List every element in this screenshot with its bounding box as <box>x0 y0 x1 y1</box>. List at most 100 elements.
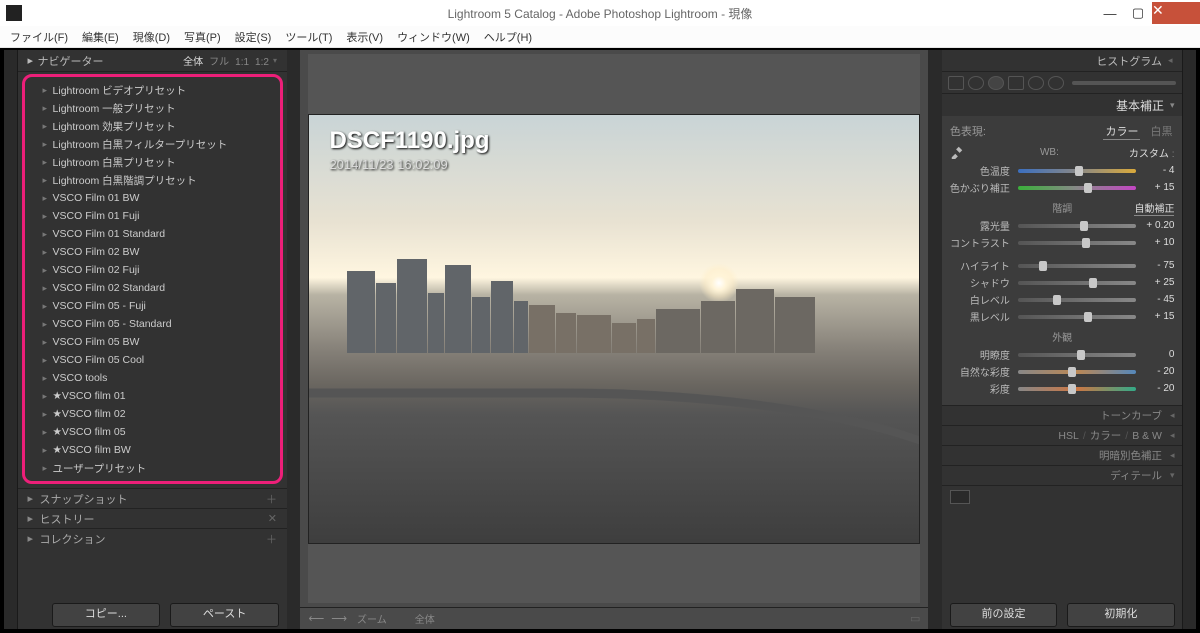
preset-item[interactable]: ▸VSCO Film 02 Fuji <box>27 261 278 279</box>
menu-ウィンドウ(W)[interactable]: ウィンドウ(W) <box>391 27 476 47</box>
photo-preview[interactable]: DSCF1190.jpg 2014/11/23 16:02:09 <box>308 114 920 544</box>
menu-ヘルプ(H)[interactable]: ヘルプ(H) <box>478 27 538 47</box>
nav-mode-1:2[interactable]: 1:2 <box>255 57 269 68</box>
eyedropper-icon[interactable] <box>950 145 964 159</box>
history-panel[interactable]: ▸ヒストリー✕ <box>18 508 287 528</box>
clarity-label: 明瞭度 <box>950 347 1014 362</box>
preset-item[interactable]: ▸Lightroom 白黒フィルタープリセット <box>27 135 278 153</box>
preset-item[interactable]: ▸VSCO Film 01 BW <box>27 189 278 207</box>
right-splitter[interactable] <box>928 50 941 629</box>
exposure-slider[interactable] <box>1018 224 1137 228</box>
tint-value[interactable]: + 15 <box>1140 182 1174 193</box>
nav-mode-フル[interactable]: フル <box>209 57 229 68</box>
temp-value[interactable]: - 4 <box>1140 165 1174 176</box>
preset-item[interactable]: ▸★VSCO film 02 <box>27 405 278 423</box>
previous-settings-button[interactable]: 前の設定 <box>950 603 1057 627</box>
left-splitter[interactable] <box>287 50 300 629</box>
navigator-header[interactable]: ▸ ナビゲーター 全体フル1:11:2 ▾ <box>18 50 287 72</box>
preset-item[interactable]: ▸★VSCO film 01 <box>27 387 278 405</box>
vibrance-value[interactable]: - 20 <box>1140 366 1174 377</box>
highlights-slider[interactable] <box>1018 264 1137 268</box>
basic-panel-header[interactable]: 基本補正▾ <box>942 94 1183 116</box>
temp-slider[interactable] <box>1018 169 1137 173</box>
preset-item[interactable]: ▸VSCO Film 01 Standard <box>27 225 278 243</box>
shadows-slider[interactable] <box>1018 281 1137 285</box>
treatment-color[interactable]: カラー <box>1103 123 1140 140</box>
radial-tool-icon[interactable] <box>1028 76 1044 90</box>
saturation-slider[interactable] <box>1018 387 1137 391</box>
preset-item[interactable]: ▸VSCO Film 05 BW <box>27 333 278 351</box>
auto-tone-button[interactable]: 自動補正 <box>1134 200 1174 216</box>
redeye-tool-icon[interactable] <box>988 76 1004 90</box>
preset-item[interactable]: ▸★VSCO film 05 <box>27 423 278 441</box>
grad-tool-icon[interactable] <box>1008 76 1024 90</box>
spot-tool-icon[interactable] <box>968 76 984 90</box>
menu-現像(D)[interactable]: 現像(D) <box>127 27 176 47</box>
menu-写真(P)[interactable]: 写真(P) <box>178 27 227 47</box>
collection-panel[interactable]: ▸コレクション＋ <box>18 528 287 548</box>
crop-tool-icon[interactable] <box>948 76 964 90</box>
wb-label: WB: <box>970 147 1129 158</box>
preset-item[interactable]: ▸Lightroom ビデオプリセット <box>27 81 278 99</box>
preset-item[interactable]: ▸Lightroom 白黒プリセット <box>27 153 278 171</box>
left-panel-rail[interactable] <box>4 50 18 629</box>
whites-slider[interactable] <box>1018 298 1137 302</box>
blacks-value[interactable]: + 15 <box>1140 311 1174 322</box>
blacks-slider[interactable] <box>1018 315 1137 319</box>
menu-ツール(T)[interactable]: ツール(T) <box>279 27 338 47</box>
preset-item[interactable]: ▸VSCO Film 01 Fuji <box>27 207 278 225</box>
clarity-slider[interactable] <box>1018 353 1137 357</box>
preset-item[interactable]: ▸VSCO tools <box>27 369 278 387</box>
maximize-button[interactable]: ▢ <box>1124 2 1152 24</box>
right-panel-rail[interactable] <box>1182 50 1196 629</box>
contrast-value[interactable]: + 10 <box>1140 237 1174 248</box>
highlights-label: ハイライト <box>950 258 1014 273</box>
menu-表示(V)[interactable]: 表示(V) <box>340 27 389 47</box>
menu-設定(S)[interactable]: 設定(S) <box>229 27 278 47</box>
vibrance-slider[interactable] <box>1018 370 1137 374</box>
hsl-panel[interactable]: HSL/カラー/B & W◂ <box>942 425 1183 445</box>
menu-編集(E)[interactable]: 編集(E) <box>76 27 125 47</box>
menu-ファイル(F)[interactable]: ファイル(F) <box>4 27 74 47</box>
preset-item[interactable]: ▸VSCO Film 05 - Fuji <box>27 297 278 315</box>
copy-button[interactable]: コピー... <box>52 603 161 627</box>
clarity-value[interactable]: 0 <box>1140 349 1174 360</box>
preset-item[interactable]: ▸VSCO Film 02 Standard <box>27 279 278 297</box>
presets-list: ▸Lightroom ビデオプリセット▸Lightroom 一般プリセット▸Li… <box>22 74 283 484</box>
saturation-value[interactable]: - 20 <box>1140 383 1174 394</box>
exposure-value[interactable]: + 0.20 <box>1140 220 1174 231</box>
detail-thumb-icon[interactable] <box>950 490 970 504</box>
whites-value[interactable]: - 45 <box>1140 294 1174 305</box>
preset-item[interactable]: ▸Lightroom 白黒階調プリセット <box>27 171 278 189</box>
close-button[interactable]: ✕ <box>1152 2 1200 24</box>
treatment-bw[interactable]: 白黒 <box>1148 123 1174 139</box>
preset-item[interactable]: ▸VSCO Film 05 - Standard <box>27 315 278 333</box>
detail-panel[interactable]: ディテール▾ <box>942 465 1183 485</box>
prev-next-arrows[interactable]: ⟵ ⟶ <box>308 612 349 625</box>
preset-item[interactable]: ▸★VSCO film BW <box>27 441 278 459</box>
wb-value[interactable]: カスタム <box>1129 145 1175 160</box>
shadows-value[interactable]: + 25 <box>1140 277 1174 288</box>
brush-tool-icon[interactable] <box>1048 76 1064 90</box>
chevron-down-icon[interactable]: ▾ <box>273 56 277 65</box>
snapshot-panel[interactable]: ▸スナップショット＋ <box>18 488 287 508</box>
paste-button[interactable]: ペースト <box>170 603 279 627</box>
contrast-slider[interactable] <box>1018 241 1137 245</box>
highlights-value[interactable]: - 75 <box>1140 260 1174 271</box>
tint-slider[interactable] <box>1018 186 1137 190</box>
preset-item[interactable]: ▸Lightroom 一般プリセット <box>27 99 278 117</box>
nav-mode-1:1[interactable]: 1:1 <box>235 57 249 68</box>
preset-item[interactable]: ▸Lightroom 効果プリセット <box>27 117 278 135</box>
zoom-full-label[interactable]: 全体 <box>415 611 435 626</box>
splittone-panel[interactable]: 明暗別色補正◂ <box>942 445 1183 465</box>
soft-proof-icon[interactable]: ▭ <box>910 612 920 625</box>
nav-mode-全体[interactable]: 全体 <box>183 57 203 68</box>
minimize-button[interactable]: — <box>1096 2 1124 24</box>
reset-button[interactable]: 初期化 <box>1067 603 1174 627</box>
histogram-header[interactable]: ヒストグラム◂ <box>942 50 1183 72</box>
tool-slider[interactable] <box>1072 81 1177 85</box>
preset-item[interactable]: ▸ユーザープリセット <box>27 459 278 477</box>
tonecurve-panel[interactable]: トーンカーブ◂ <box>942 405 1183 425</box>
preset-item[interactable]: ▸VSCO Film 05 Cool <box>27 351 278 369</box>
preset-item[interactable]: ▸VSCO Film 02 BW <box>27 243 278 261</box>
